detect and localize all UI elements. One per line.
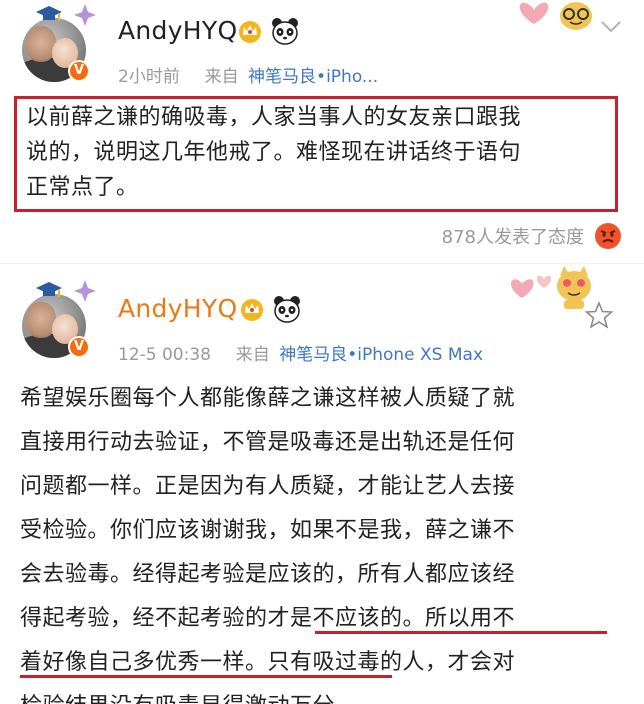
angry-face-icon[interactable] — [594, 222, 622, 250]
text-line: 正常点了。 — [26, 175, 139, 200]
post-time: 12-5 00:38 — [118, 345, 211, 365]
reaction-count: 878人发表了态度 — [441, 227, 584, 248]
weibo-post-2: V AndyHYQ 12-5 00:38 来自 神笔马良•iPhone XS M… — [0, 264, 644, 704]
crown-icon — [239, 21, 261, 43]
text-line: 希望娱乐圈每个人都能像薛之谦这样被人质疑了就 — [20, 386, 516, 411]
hearts-sticker-icon — [511, 275, 552, 298]
weibo-post-1: V AndyHYQ 2小时前 来自 神笔马良•iPho... 以前薛之谦的确吸毒… — [0, 0, 644, 264]
graduation-cap-icon — [36, 282, 62, 297]
text-line: 受检验。你们应该谢谢我，如果不是我，薛之谦不 — [20, 518, 516, 543]
graduation-cap-icon — [36, 6, 62, 21]
text-line: 问题都一样。正是因为有人质疑，才能让艺人去接 — [20, 474, 516, 499]
favorite-star-icon[interactable] — [584, 300, 614, 330]
text-line: 说的，说明这几年他戒了。难怪现在讲话终于语句 — [26, 140, 522, 165]
text-line: 直接用行动去验证，不管是吸毒还是出轨还是任何 — [20, 430, 516, 455]
source-prefix: 来自 — [204, 67, 239, 87]
source-link[interactable]: 神笔马良•iPho... — [248, 67, 378, 87]
hearts-sticker-icon — [519, 2, 549, 24]
post-text: 希望娱乐圈每个人都能像薛之谦这样被人质疑了就 直接用行动去验证，不管是吸毒还是出… — [20, 377, 515, 704]
panda-icon — [272, 18, 298, 45]
chevron-down-icon[interactable] — [600, 20, 622, 34]
text-line: 检验结果没有吸毒显得激动万分。 — [20, 685, 515, 704]
reactions-bar[interactable]: 878人发表了态度 — [442, 222, 622, 250]
sparkle-icon — [74, 4, 96, 26]
post-meta: 2小时前 来自 神笔马良•iPho... — [118, 62, 378, 87]
text-line: 以前薛之谦的确吸毒，人家当事人的女友亲口跟我 — [26, 105, 522, 130]
post-time: 2小时前 — [118, 67, 180, 87]
post-meta: 12-5 00:38 来自 神笔马良•iPhone XS Max — [118, 340, 483, 365]
verified-badge-icon: V — [68, 60, 90, 82]
highlight-underline — [315, 631, 607, 634]
verified-badge-icon: V — [68, 336, 90, 358]
post-text: 以前薛之谦的确吸毒，人家当事人的女友亲口跟我 说的，说明这几年他戒了。难怪现在讲… — [26, 100, 521, 205]
text-line: 着好像自己多优秀一样。只有吸过毒的人，才会对 — [20, 650, 516, 675]
cat-sticker-icon — [560, 2, 592, 30]
crown-icon — [241, 299, 263, 321]
source-prefix: 来自 — [235, 345, 270, 365]
panda-icon — [274, 296, 300, 323]
source-link[interactable]: 神笔马良•iPhone XS Max — [279, 345, 483, 365]
username[interactable]: AndyHYQ — [118, 294, 237, 323]
highlight-underline — [20, 675, 392, 678]
sparkle-icon — [74, 280, 96, 302]
text-line: 得起考验，经不起考验的才是不应该的。所以用不 — [20, 606, 516, 631]
text-line: 会去验毒。经得起考验是应该的，所有人都应该经 — [20, 562, 516, 587]
username[interactable]: AndyHYQ — [118, 16, 237, 45]
